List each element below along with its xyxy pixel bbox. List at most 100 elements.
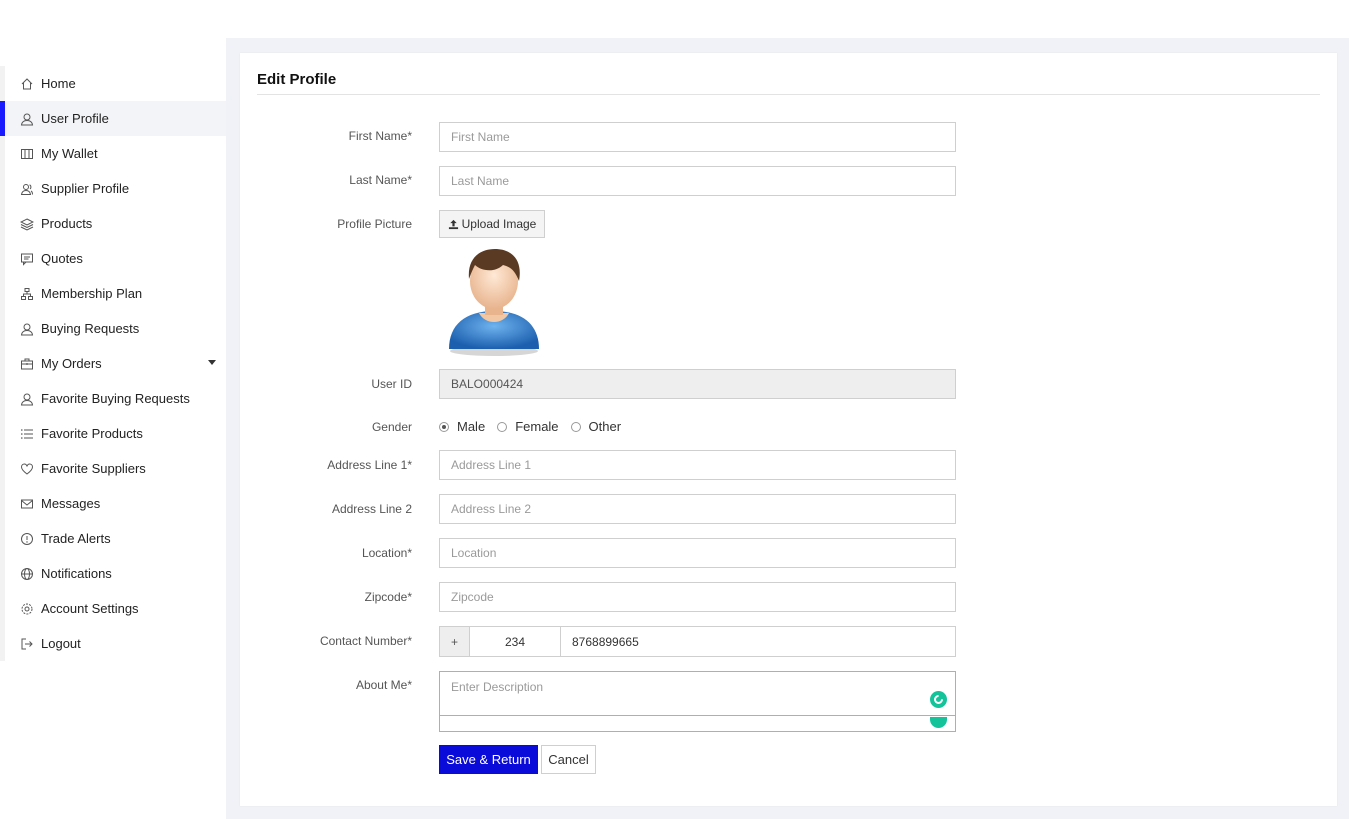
gender-radio-group: Male Female Other [439, 419, 633, 434]
country-code-input[interactable]: 234 [470, 626, 561, 657]
about-me-textarea[interactable]: Enter Description [439, 671, 956, 732]
page: Home User Profile My Wallet Supplier Profil… [0, 0, 1349, 819]
address-line-2-label: Address Line 2 [331, 502, 412, 516]
address-line-1-field[interactable] [439, 450, 956, 480]
sidebar-item-label: Buying Requests [41, 321, 140, 336]
upload-image-label: Upload Image [461, 217, 537, 231]
sidebar-item-favorite-buying-requests[interactable]: Favorite Buying Requests [5, 381, 226, 416]
last-name-label: Last Name* [349, 173, 412, 187]
sidebar-item-label: My Wallet [41, 146, 98, 161]
first-name-field[interactable] [439, 122, 956, 152]
gender-male-label: Male [457, 419, 486, 434]
layers-icon [20, 217, 34, 231]
sidebar-item-label: Home [41, 76, 76, 91]
save-return-button[interactable]: Save & Return [439, 745, 538, 774]
zipcode-field[interactable] [439, 582, 956, 612]
sidebar-item-label: Notifications [41, 566, 112, 581]
home-icon [20, 77, 34, 91]
phone-prefix: + [439, 626, 470, 657]
sidebar-item-messages[interactable]: Messages [5, 486, 226, 521]
heart-icon [20, 462, 34, 476]
gender-other-radio[interactable] [570, 421, 581, 432]
upload-image-button[interactable]: Upload Image [439, 210, 545, 238]
wallet-icon [20, 147, 34, 161]
address-line-2-field[interactable] [439, 494, 956, 524]
sitemap-icon [20, 287, 34, 301]
sidebar-item-quotes[interactable]: Quotes [5, 241, 226, 276]
sidebar-item-supplier-profile[interactable]: Supplier Profile [5, 171, 226, 206]
address-line-1-label: Address Line 1* [327, 458, 412, 472]
user-id-value: BALO000424 [451, 377, 524, 391]
sidebar-item-my-orders[interactable]: My Orders [5, 346, 226, 381]
zipcode-input[interactable] [451, 590, 944, 604]
sidebar-item-label: Products [41, 216, 93, 231]
avatar-image [449, 249, 539, 356]
mail-icon [20, 497, 34, 511]
sidebar-item-label: My Orders [41, 356, 102, 371]
sidebar-item-label: User Profile [41, 111, 109, 126]
location-label: Location* [361, 546, 412, 560]
sidebar-item-home[interactable]: Home [5, 66, 226, 101]
first-name-input[interactable] [451, 130, 944, 144]
profile-picture-label: Profile Picture [337, 217, 412, 231]
message-icon [20, 252, 34, 266]
globe-icon [20, 567, 34, 581]
gender-label: Gender [371, 420, 412, 434]
sidebar-item-notifications[interactable]: Notifications [5, 556, 226, 591]
sidebar-item-my-wallet[interactable]: My Wallet [5, 136, 226, 171]
sidebar-item-products[interactable]: Products [5, 206, 226, 241]
sidebar-item-label: Supplier Profile [41, 181, 130, 196]
edit-profile-card: Edit Profile First Name* Last Name* Prof… [240, 53, 1337, 806]
last-name-field[interactable] [439, 166, 956, 196]
sidebar-item-user-profile[interactable]: User Profile [0, 101, 226, 136]
sidebar-item-label: Quotes [41, 251, 83, 266]
sidebar-item-label: Logout [41, 636, 81, 651]
user-icon [20, 322, 34, 336]
page-title: Edit Profile [257, 71, 337, 88]
sidebar-item-label: Favorite Suppliers [41, 461, 146, 476]
users-icon [20, 182, 34, 196]
about-me-label: About Me* [355, 678, 412, 692]
gender-female-label: Female [515, 419, 559, 434]
address-line-2-input[interactable] [451, 502, 944, 516]
gear-icon [20, 602, 34, 616]
grammarly-icon[interactable] [930, 691, 947, 708]
logout-icon [20, 637, 34, 651]
sidebar-item-label: Favorite Products [41, 426, 143, 441]
sidebar-item-favorite-suppliers[interactable]: Favorite Suppliers [5, 451, 226, 486]
phone-number-input[interactable]: 8768899665 [561, 626, 956, 657]
location-input[interactable] [451, 546, 944, 560]
title-divider [257, 94, 1320, 95]
user-icon [20, 112, 34, 126]
sidebar-item-membership-plan[interactable]: Membership Plan [5, 276, 226, 311]
gender-female-radio[interactable] [497, 421, 508, 432]
textarea-resize-edge [440, 715, 955, 716]
list-icon [20, 427, 34, 441]
sidebar-item-trade-alerts[interactable]: Trade Alerts [5, 521, 226, 556]
sidebar-item-account-settings[interactable]: Account Settings [5, 591, 226, 626]
sidebar-item-label: Account Settings [41, 601, 139, 616]
grammarly-icon-secondary [930, 717, 947, 728]
gender-male-radio[interactable] [439, 421, 449, 432]
location-field[interactable] [439, 538, 956, 568]
sidebar-item-logout[interactable]: Logout [5, 626, 226, 661]
sidebar-item-label: Membership Plan [41, 286, 143, 301]
last-name-input[interactable] [451, 174, 944, 188]
sidebar-item-buying-requests[interactable]: Buying Requests [5, 311, 226, 346]
briefcase-icon [20, 357, 34, 371]
contact-number-label: Contact Number* [319, 634, 412, 648]
sidebar: Home User Profile My Wallet Supplier Profil… [0, 66, 226, 661]
address-line-1-input[interactable] [451, 458, 944, 472]
sidebar-item-label: Messages [41, 496, 101, 511]
gender-other-option[interactable]: Other [570, 419, 621, 434]
upload-icon [448, 219, 458, 229]
gender-male-option[interactable]: Male [439, 419, 485, 434]
gender-female-option[interactable]: Female [497, 419, 559, 434]
about-me-placeholder: Enter Description [451, 680, 544, 694]
cancel-button[interactable]: Cancel [541, 745, 596, 774]
sidebar-item-favorite-products[interactable]: Favorite Products [5, 416, 226, 451]
sidebar-item-label: Favorite Buying Requests [41, 391, 190, 406]
caret-down-icon[interactable] [208, 360, 216, 365]
user-icon [20, 392, 34, 406]
user-id-label: User ID [371, 377, 412, 391]
